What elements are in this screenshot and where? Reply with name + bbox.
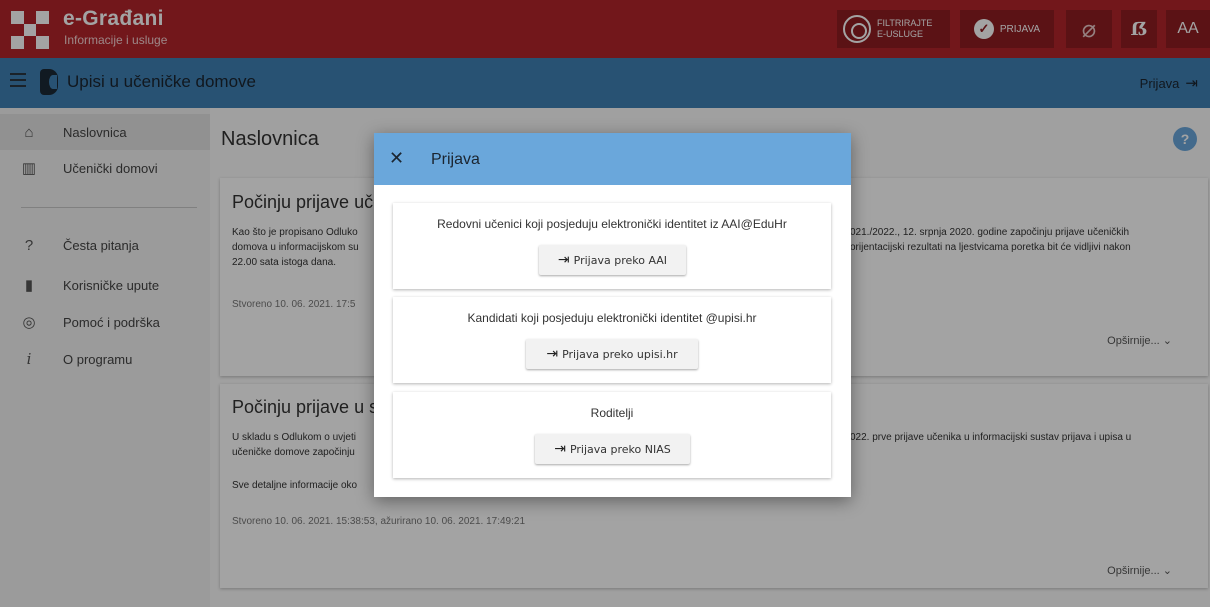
login-option-description: Redovni učenici koji posjeduju elektroni… bbox=[437, 217, 787, 231]
login-icon: ⇥ bbox=[546, 346, 559, 362]
close-icon[interactable]: ✕ bbox=[389, 148, 404, 169]
login-dialog: ✕ Prijava Redovni učenici koji posjeduju… bbox=[374, 133, 851, 497]
login-aai-button[interactable]: ⇥ Prijava preko AAI bbox=[539, 245, 686, 275]
login-option-description: Kandidati koji posjeduju elektronički id… bbox=[467, 311, 757, 325]
login-option-description: Roditelji bbox=[590, 406, 634, 420]
login-button-label: Prijava preko AAI bbox=[573, 253, 668, 267]
login-dialog-title: Prijava bbox=[431, 151, 480, 168]
login-button-label: Prijava preko upisi.hr bbox=[562, 347, 678, 361]
login-button-label: Prijava preko NIAS bbox=[569, 442, 671, 456]
login-option-nias: Roditelji ⇥ Prijava preko NIAS bbox=[393, 392, 831, 478]
login-dialog-header: ✕ Prijava bbox=[374, 133, 851, 185]
login-nias-button[interactable]: ⇥ Prijava preko NIAS bbox=[535, 434, 690, 464]
login-upisi-button[interactable]: ⇥ Prijava preko upisi.hr bbox=[526, 339, 698, 369]
login-icon: ⇥ bbox=[554, 441, 566, 457]
login-option-upisi: Kandidati koji posjeduju elektronički id… bbox=[393, 297, 831, 383]
login-option-aai: Redovni učenici koji posjeduju elektroni… bbox=[393, 203, 831, 289]
login-icon: ⇥ bbox=[557, 252, 570, 268]
